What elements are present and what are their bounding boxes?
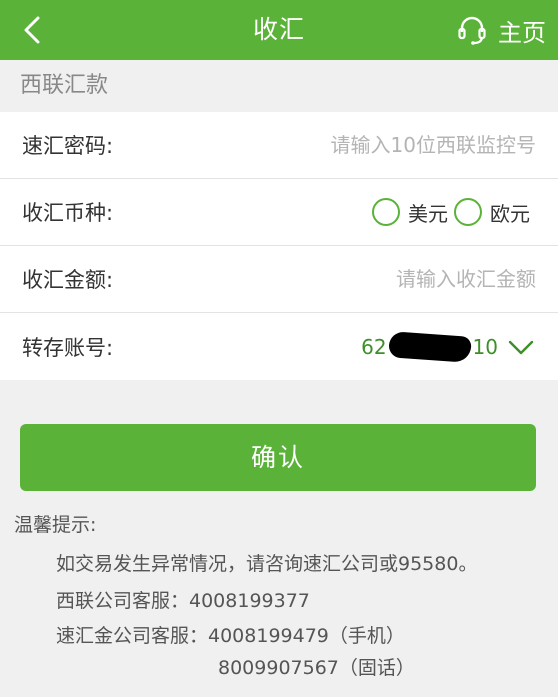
tips-heading: 温馨提示: — [14, 514, 97, 536]
tip-line-3: 速汇金公司客服：4008199479（手机） — [56, 625, 405, 647]
code-input[interactable] — [256, 133, 536, 157]
radio-usd[interactable] — [372, 198, 400, 226]
home-button[interactable]: 主页 — [456, 0, 546, 60]
radio-eur[interactable] — [454, 198, 482, 226]
account-suffix: 10 — [472, 334, 498, 359]
remittance-form: 速汇密码: 收汇币种: 美元 欧元 收汇金额: 转存账号: 62 10 — [0, 112, 558, 380]
section-label: 西联汇款 — [20, 73, 109, 98]
chevron-down-icon — [508, 340, 534, 354]
tip-line-2: 西联公司客服：4008199377 — [56, 590, 310, 612]
account-row[interactable]: 转存账号: 62 10 — [0, 313, 558, 380]
eur-label: 欧元 — [490, 201, 530, 226]
tip-line-1: 如交易发生异常情况，请咨询速汇公司或95580。 — [56, 553, 478, 575]
redaction-mark — [387, 330, 472, 363]
account-label: 转存账号: — [22, 335, 114, 360]
code-row: 速汇密码: — [0, 112, 558, 179]
currency-row: 收汇币种: 美元 欧元 — [0, 179, 558, 246]
amount-input[interactable] — [256, 267, 536, 291]
account-select[interactable]: 62 10 — [361, 330, 536, 363]
app-header: 收汇 主页 — [0, 0, 558, 60]
code-label: 速汇密码: — [22, 134, 114, 158]
usd-label: 美元 — [408, 201, 448, 226]
currency-label: 收汇币种: — [22, 201, 114, 225]
headset-icon — [458, 16, 486, 45]
confirm-button[interactable]: 确认 — [20, 424, 536, 491]
home-label: 主页 — [498, 18, 546, 47]
account-prefix: 62 — [361, 334, 387, 359]
amount-label: 收汇金额: — [22, 268, 114, 292]
tip-line-4: 8009907567（固话） — [218, 657, 415, 679]
amount-row: 收汇金额: — [0, 246, 558, 313]
